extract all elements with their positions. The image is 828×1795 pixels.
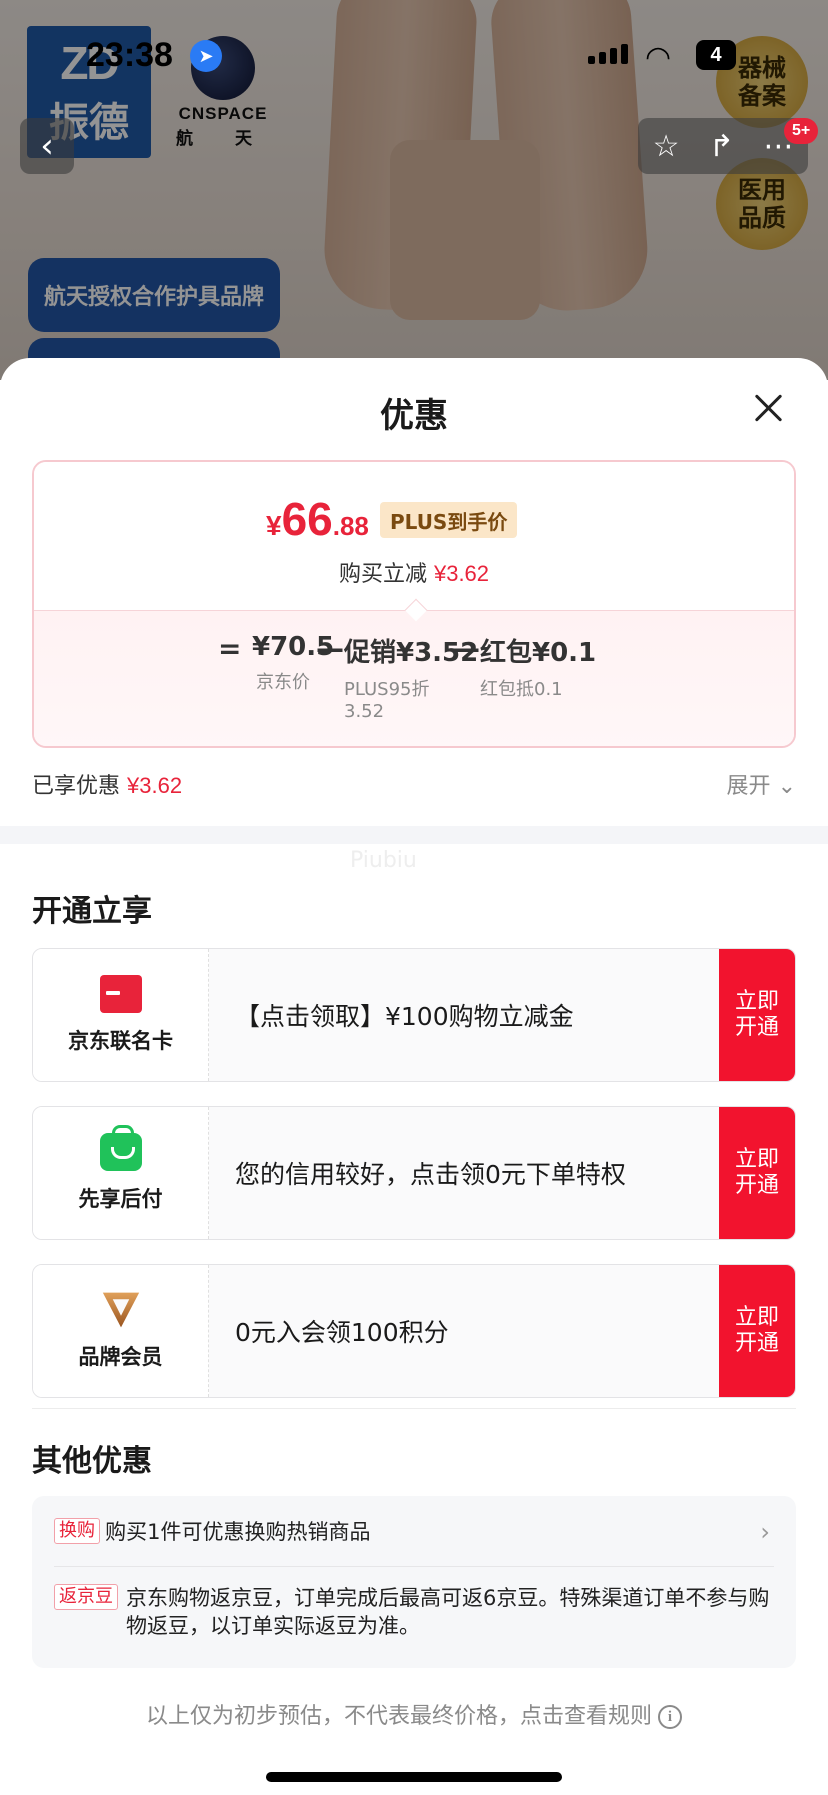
cellular-signal-icon <box>588 44 628 64</box>
offer-description: 京东购物返京豆，订单完成后最高可返6京豆。特殊渠道订单不参与购物返豆，以订单实际… <box>126 1586 770 1638</box>
plus-price-tag: PLUS到手价 <box>380 502 518 538</box>
section-divider <box>0 826 828 844</box>
home-indicator <box>266 1772 562 1782</box>
offer-brand: 品牌会员 <box>33 1265 209 1397</box>
share-icon[interactable]: ↱ <box>709 129 734 164</box>
battery-icon: 4 <box>696 40 736 70</box>
close-icon[interactable] <box>748 388 788 428</box>
offer-brand: 先享后付 <box>33 1107 209 1239</box>
expand-button[interactable]: 展开 ⌄ <box>727 768 796 800</box>
footer-rules-link[interactable]: 以上仅为初步预估，不代表最终价格，点击查看规则 i <box>0 1698 828 1730</box>
chevron-right-icon: › <box>760 1518 770 1546</box>
price-breakdown-card: ¥66.88 PLUS到手价 购买立减 ¥3.62 = ¥70.5 京东价 — … <box>32 460 796 748</box>
enjoyed-label: 已享优惠 <box>32 774 121 799</box>
expand-label: 展开 <box>726 774 771 799</box>
offer-text: 您的信用较好，点击领0元下单特权 <box>235 1160 626 1189</box>
offer-name: 先享后付 <box>78 1187 163 1211</box>
sheet-title: 优惠 <box>380 396 448 436</box>
offer-name: 京东联名卡 <box>68 1029 173 1053</box>
watermark: Piubiu <box>350 848 417 873</box>
activate-button[interactable]: 立即开通 <box>719 949 795 1081</box>
formula-label: 红包抵0.1 <box>480 679 563 700</box>
formula-item-redpacket: 红包¥0.1 红包抵0.1 <box>480 632 596 701</box>
footer-note-text: 以上仅为初步预估，不代表最终价格，点击查看规则 <box>145 1704 652 1729</box>
brand-v-icon <box>102 1292 139 1328</box>
price-decimal: .88 <box>332 511 369 541</box>
open-section-title: 开通立享 <box>32 894 152 929</box>
instant-discount: 购买立减 ¥3.62 <box>34 556 794 588</box>
offer-tag: 返京豆 <box>54 1584 118 1610</box>
price-summary: ¥66.88 PLUS到手价 购买立减 ¥3.62 <box>34 462 794 610</box>
location-arrow-icon: ➤ <box>190 40 222 72</box>
chevron-left-icon: ‹ <box>40 126 54 166</box>
activate-button[interactable]: 立即开通 <box>719 1265 795 1397</box>
offer-name: 品牌会员 <box>78 1345 163 1369</box>
formula-minus: — <box>452 632 480 665</box>
offer-card-pay-later[interactable]: 先享后付 您的信用较好，点击领0元下单特权 立即开通 <box>32 1106 796 1240</box>
formula-value: 红包¥0.1 <box>480 638 597 668</box>
offer-card-jd-card[interactable]: 京东联名卡 【点击领取】¥100购物立减金 立即开通 <box>32 948 796 1082</box>
offer-description: 购买1件可优惠换购热销商品 <box>105 1520 371 1544</box>
formula-equals: = <box>218 632 242 665</box>
other-offer-row-jingdou: 返京豆 京东购物返京豆，订单完成后最高可返6京豆。特殊渠道订单不参与购物返豆，以… <box>54 1584 774 1640</box>
price-currency: ¥ <box>266 510 282 541</box>
top-action-group: ☆ ↱ ⋯ <box>638 118 808 174</box>
offer-text: 【点击领取】¥100购物立减金 <box>235 1002 574 1031</box>
offer-text: 0元入会领100积分 <box>235 1318 449 1347</box>
offer-brand: 京东联名卡 <box>33 949 209 1081</box>
other-offer-row-trade-in[interactable]: 换购 购买1件可优惠换购热销商品 › <box>54 1518 774 1546</box>
price-formula: = ¥70.5 京东价 — 促销¥3.52 PLUS95折 3.52 — 红包¥… <box>34 632 794 742</box>
formula-label: PLUS95折 <box>344 679 430 700</box>
offer-card-brand-member[interactable]: 品牌会员 0元入会领100积分 立即开通 <box>32 1264 796 1398</box>
status-bar: 23:38 ➤ ◠ 4 <box>0 36 828 76</box>
offer-tag: 换购 <box>54 1518 100 1544</box>
instant-discount-value: ¥3.62 <box>433 561 490 586</box>
enjoyed-value: ¥3.62 <box>127 773 183 798</box>
back-button[interactable]: ‹ <box>20 118 74 174</box>
enjoyed-discount: 已享优惠 ¥3.62 <box>32 768 182 800</box>
formula-label-amount: 3.52 <box>344 701 385 722</box>
formula-minus: — <box>316 632 344 665</box>
info-icon: i <box>658 1705 682 1729</box>
other-section-title: 其他优惠 <box>32 1444 152 1479</box>
chevron-down-icon: ⌄ <box>777 774 796 799</box>
formula-label: 京东价 <box>256 672 310 693</box>
wifi-icon: ◠ <box>645 40 672 75</box>
section-divider-line <box>32 1408 796 1409</box>
final-price: ¥66.88 <box>266 492 369 546</box>
shopping-bag-icon <box>99 1125 142 1171</box>
price-integer: 66 <box>281 493 333 545</box>
activate-button[interactable]: 立即开通 <box>719 1107 795 1239</box>
card-icon <box>99 975 142 1013</box>
row-divider <box>54 1566 774 1567</box>
status-time: 23:38 <box>86 36 173 74</box>
star-icon[interactable]: ☆ <box>653 129 680 164</box>
discount-sheet: 优惠 ¥66.88 PLUS到手价 购买立减 ¥3.62 = ¥70.5 京东价… <box>0 358 828 1795</box>
message-count-badge: 5+ <box>784 118 819 144</box>
instant-discount-label: 购买立减 <box>338 562 427 587</box>
other-offers-box: 换购 购买1件可优惠换购热销商品 › 返京豆 京东购物返京豆，订单完成后最高可返… <box>32 1496 796 1668</box>
